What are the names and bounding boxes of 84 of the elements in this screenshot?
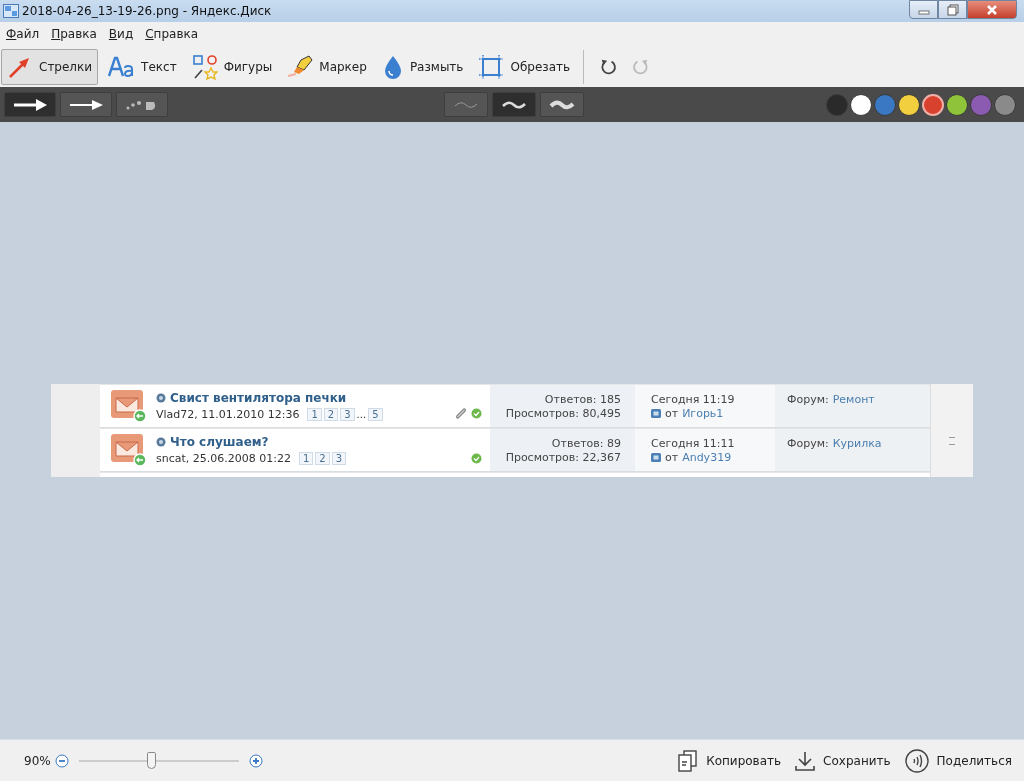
page-link[interactable]: 1 xyxy=(299,452,314,465)
close-button[interactable] xyxy=(967,0,1017,19)
last-post-time: Сегодня 11:19 xyxy=(651,392,736,406)
color-swatch[interactable] xyxy=(898,93,920,116)
arrow-style-button[interactable] xyxy=(116,92,168,117)
topic-link[interactable]: Свист вентилятора печки xyxy=(170,391,347,405)
menu-item[interactable]: Правка xyxy=(51,27,97,41)
marker-icon xyxy=(287,53,314,80)
line-width-button[interactable] xyxy=(492,92,536,117)
user-link[interactable]: Игорь1 xyxy=(682,406,724,420)
menu-item[interactable]: Вид xyxy=(108,27,134,41)
zoom-percent: 90% xyxy=(24,753,51,768)
color-swatch[interactable] xyxy=(826,93,848,116)
shapes-icon xyxy=(191,53,218,80)
color-swatch[interactable] xyxy=(850,93,872,116)
wave-line-icon xyxy=(501,98,527,111)
color-swatch[interactable] xyxy=(922,93,944,116)
wave-line-icon xyxy=(549,98,575,111)
color-swatch[interactable] xyxy=(970,93,992,116)
color-swatch[interactable] xyxy=(994,93,1016,116)
views-count: Просмотров: 80,495 xyxy=(505,406,621,420)
check-icon xyxy=(471,408,482,419)
envelope-icon xyxy=(110,389,148,423)
last-post-time: Сегодня 11:11 xyxy=(651,436,736,450)
page-link[interactable]: 5 xyxy=(368,408,383,421)
go-to-post-icon xyxy=(651,452,661,462)
last-post-prefix: от xyxy=(665,406,679,420)
page-link[interactable]: 2 xyxy=(315,452,330,465)
minus-icon xyxy=(54,753,69,768)
forum-label: Форум: xyxy=(787,437,829,452)
window-title: 2018-04-26_13-19-26.png - Яндекс.Диск xyxy=(22,4,272,18)
share-button[interactable]: Поделиться xyxy=(902,748,1014,773)
go-to-post-icon xyxy=(651,408,661,418)
color-swatch[interactable] xyxy=(874,93,896,116)
copy-button[interactable]: Копировать xyxy=(676,749,784,772)
tool-button[interactable]: Обрезать xyxy=(472,48,577,85)
slider-thumb[interactable] xyxy=(146,751,156,769)
page-link[interactable]: 1 xyxy=(307,408,322,421)
author-date: Vlad72, 11.01.2010 12:36 xyxy=(156,408,300,421)
image-file-icon xyxy=(3,4,19,18)
save-button[interactable]: Сохранить xyxy=(793,749,893,772)
zoom-in-button[interactable] xyxy=(246,753,265,768)
forum-link[interactable]: Ремонт xyxy=(832,393,875,427)
envelope-icon xyxy=(110,433,148,467)
replies-count: Ответов: 89 xyxy=(551,436,621,450)
line-width-button[interactable] xyxy=(540,92,584,117)
close-icon xyxy=(985,3,999,16)
replies-count: Ответов: 185 xyxy=(544,392,621,406)
tool-button[interactable]: Текст xyxy=(101,48,183,85)
scroll-grip-icon xyxy=(949,436,955,445)
tool-button[interactable]: Фигуры xyxy=(185,48,279,85)
restore-button[interactable] xyxy=(938,0,967,19)
arrow-style-button[interactable] xyxy=(60,92,112,117)
color-swatch[interactable] xyxy=(946,93,968,116)
download-icon xyxy=(795,749,816,772)
last-post-prefix: от xyxy=(665,450,679,464)
menu-item[interactable]: Файл xyxy=(6,27,40,41)
plus-icon xyxy=(248,753,263,768)
arrow-style-button[interactable] xyxy=(4,92,56,117)
restore-icon xyxy=(946,3,959,16)
ellipsis: ... xyxy=(356,409,367,420)
topic-link[interactable]: Что слушаем? xyxy=(170,435,269,449)
tool-button[interactable]: Стрелки xyxy=(1,48,99,85)
bullet-icon xyxy=(156,437,166,447)
tool-button[interactable]: Маркер xyxy=(281,48,373,85)
minimize-button[interactable] xyxy=(909,0,938,19)
user-link[interactable]: Andy319 xyxy=(682,450,732,464)
copy-icon xyxy=(678,749,699,772)
forum-link[interactable]: Курилка xyxy=(832,437,882,471)
page-link[interactable]: 2 xyxy=(323,408,339,421)
menu-item[interactable]: Справка xyxy=(145,27,199,41)
check-icon xyxy=(471,452,482,464)
share-icon xyxy=(904,748,929,773)
zoom-out-button[interactable] xyxy=(52,753,71,768)
forum-label: Форум: xyxy=(787,393,829,408)
page-link[interactable]: 3 xyxy=(340,408,355,421)
thin-arrow-icon xyxy=(68,98,104,111)
views-count: Просмотров: 22,367 xyxy=(505,450,621,464)
bullet-icon xyxy=(156,393,166,403)
crop-icon xyxy=(478,53,505,80)
author-date: sncat, 25.06.2008 01:22 xyxy=(156,452,291,465)
thick-arrow-icon xyxy=(12,98,48,111)
tool-button[interactable]: Размыть xyxy=(375,48,470,85)
page-link[interactable]: 3 xyxy=(331,452,347,465)
